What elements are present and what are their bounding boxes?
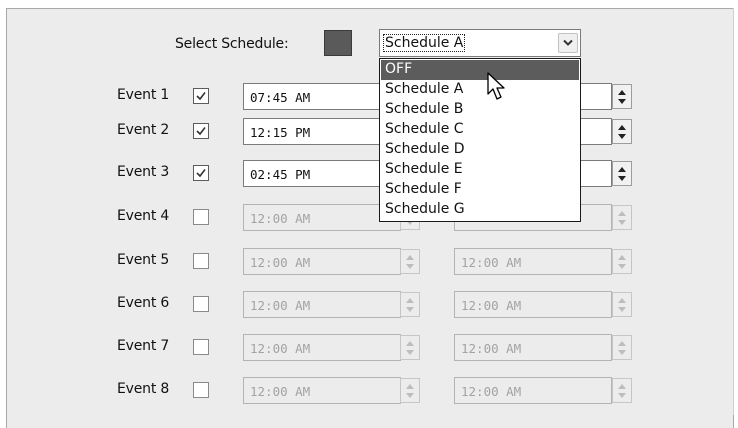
spin-up-icon[interactable] xyxy=(618,298,626,303)
end-time-value: 12:00 AM xyxy=(461,384,522,399)
end-time-spinner[interactable] xyxy=(612,119,632,144)
start-time-input[interactable]: 12:00 AM xyxy=(243,204,401,231)
checkmark-icon xyxy=(196,92,206,101)
start-time-value: 12:00 AM xyxy=(250,384,311,399)
start-time-value: 02:45 PM xyxy=(250,167,311,182)
spin-up-icon[interactable] xyxy=(618,167,626,172)
checkmark-icon xyxy=(196,169,206,178)
spin-down-icon[interactable] xyxy=(618,350,626,355)
schedule-option[interactable]: Schedule G xyxy=(381,200,579,220)
end-time-spinner[interactable] xyxy=(612,378,632,403)
schedule-option[interactable]: Schedule A xyxy=(381,80,579,100)
spin-up-icon[interactable] xyxy=(618,341,626,346)
end-time-spinner[interactable] xyxy=(612,205,632,230)
end-time-spinner[interactable] xyxy=(612,249,632,274)
spin-down-icon[interactable] xyxy=(618,307,626,312)
schedule-option[interactable]: OFF xyxy=(381,60,579,80)
event-checkbox[interactable] xyxy=(193,382,209,398)
spin-down-icon[interactable] xyxy=(618,393,626,398)
event-checkbox[interactable] xyxy=(193,123,209,139)
event-checkbox[interactable] xyxy=(193,209,209,225)
spin-down-icon[interactable] xyxy=(406,350,414,355)
event-label: Event 8 xyxy=(117,381,170,397)
spin-up-icon[interactable] xyxy=(618,90,626,95)
spin-down-icon[interactable] xyxy=(618,220,626,225)
start-time-input[interactable]: 12:00 AM xyxy=(243,334,401,361)
start-time-input[interactable]: 02:45 PM xyxy=(243,160,401,187)
spin-up-icon[interactable] xyxy=(406,341,414,346)
start-time-input[interactable]: 12:15 PM xyxy=(243,118,401,145)
event-label: Event 5 xyxy=(117,252,170,268)
start-time-value: 12:00 AM xyxy=(250,255,311,270)
event-label: Event 7 xyxy=(117,338,170,354)
spin-up-icon[interactable] xyxy=(618,125,626,130)
start-time-input[interactable]: 12:00 AM xyxy=(243,377,401,404)
start-time-value: 12:00 AM xyxy=(250,298,311,313)
spin-up-icon[interactable] xyxy=(406,298,414,303)
chevron-down-icon xyxy=(563,39,573,46)
start-time-value: 12:00 AM xyxy=(250,341,311,356)
end-time-spinner[interactable] xyxy=(612,161,632,186)
spin-up-icon[interactable] xyxy=(406,255,414,260)
spin-down-icon[interactable] xyxy=(406,393,414,398)
event-checkbox[interactable] xyxy=(193,165,209,181)
spin-down-icon[interactable] xyxy=(406,307,414,312)
event-label: Event 6 xyxy=(117,295,170,311)
checkmark-icon xyxy=(196,127,206,136)
start-time-spinner[interactable] xyxy=(400,335,420,360)
end-time-input[interactable]: 12:00 AM xyxy=(454,334,612,361)
schedule-option[interactable]: Schedule D xyxy=(381,140,579,160)
end-time-value: 12:00 AM xyxy=(461,341,522,356)
schedule-select[interactable]: Schedule A xyxy=(379,29,581,57)
spin-up-icon[interactable] xyxy=(406,384,414,389)
end-time-value: 12:00 AM xyxy=(461,298,522,313)
end-time-spinner[interactable] xyxy=(612,292,632,317)
schedule-option[interactable]: Schedule E xyxy=(381,160,579,180)
schedule-option[interactable]: Schedule C xyxy=(381,120,579,140)
spin-down-icon[interactable] xyxy=(618,99,626,104)
event-checkbox[interactable] xyxy=(193,339,209,355)
schedule-option[interactable]: Schedule F xyxy=(381,180,579,200)
start-time-input[interactable]: 12:00 AM xyxy=(243,248,401,275)
spin-down-icon[interactable] xyxy=(406,264,414,269)
start-time-value: 12:00 AM xyxy=(250,211,311,226)
end-time-input[interactable]: 12:00 AM xyxy=(454,248,612,275)
end-time-value: 12:00 AM xyxy=(461,255,522,270)
start-time-value: 07:45 AM xyxy=(250,90,311,105)
start-time-spinner[interactable] xyxy=(400,378,420,403)
spin-down-icon[interactable] xyxy=(618,264,626,269)
start-time-input[interactable]: 07:45 AM xyxy=(243,83,401,110)
end-time-input[interactable]: 12:00 AM xyxy=(454,291,612,318)
spin-down-icon[interactable] xyxy=(618,134,626,139)
schedule-select-value: Schedule A xyxy=(383,34,466,52)
schedule-color-swatch xyxy=(324,30,352,56)
event-checkbox[interactable] xyxy=(193,296,209,312)
spin-up-icon[interactable] xyxy=(618,211,626,216)
event-label: Event 2 xyxy=(117,122,170,138)
event-label: Event 4 xyxy=(117,208,170,224)
end-time-spinner[interactable] xyxy=(612,335,632,360)
panel-edge xyxy=(733,8,734,415)
event-label: Event 3 xyxy=(117,164,170,180)
schedule-dropdown-list: OFF Schedule A Schedule B Schedule C Schedul… xyxy=(379,58,581,222)
schedule-option[interactable]: Schedule B xyxy=(381,100,579,120)
event-checkbox[interactable] xyxy=(193,88,209,104)
start-time-spinner[interactable] xyxy=(400,249,420,274)
spin-down-icon[interactable] xyxy=(618,176,626,181)
mouse-pointer-icon xyxy=(487,72,505,100)
start-time-value: 12:15 PM xyxy=(250,125,311,140)
start-time-input[interactable]: 12:00 AM xyxy=(243,291,401,318)
select-schedule-label: Select Schedule: xyxy=(175,36,289,52)
event-label: Event 1 xyxy=(117,87,170,103)
end-time-input[interactable]: 12:00 AM xyxy=(454,377,612,404)
end-time-spinner[interactable] xyxy=(612,84,632,109)
spin-up-icon[interactable] xyxy=(618,255,626,260)
schedule-select-button[interactable] xyxy=(558,33,578,53)
spin-up-icon[interactable] xyxy=(618,384,626,389)
start-time-spinner[interactable] xyxy=(400,292,420,317)
event-checkbox[interactable] xyxy=(193,253,209,269)
